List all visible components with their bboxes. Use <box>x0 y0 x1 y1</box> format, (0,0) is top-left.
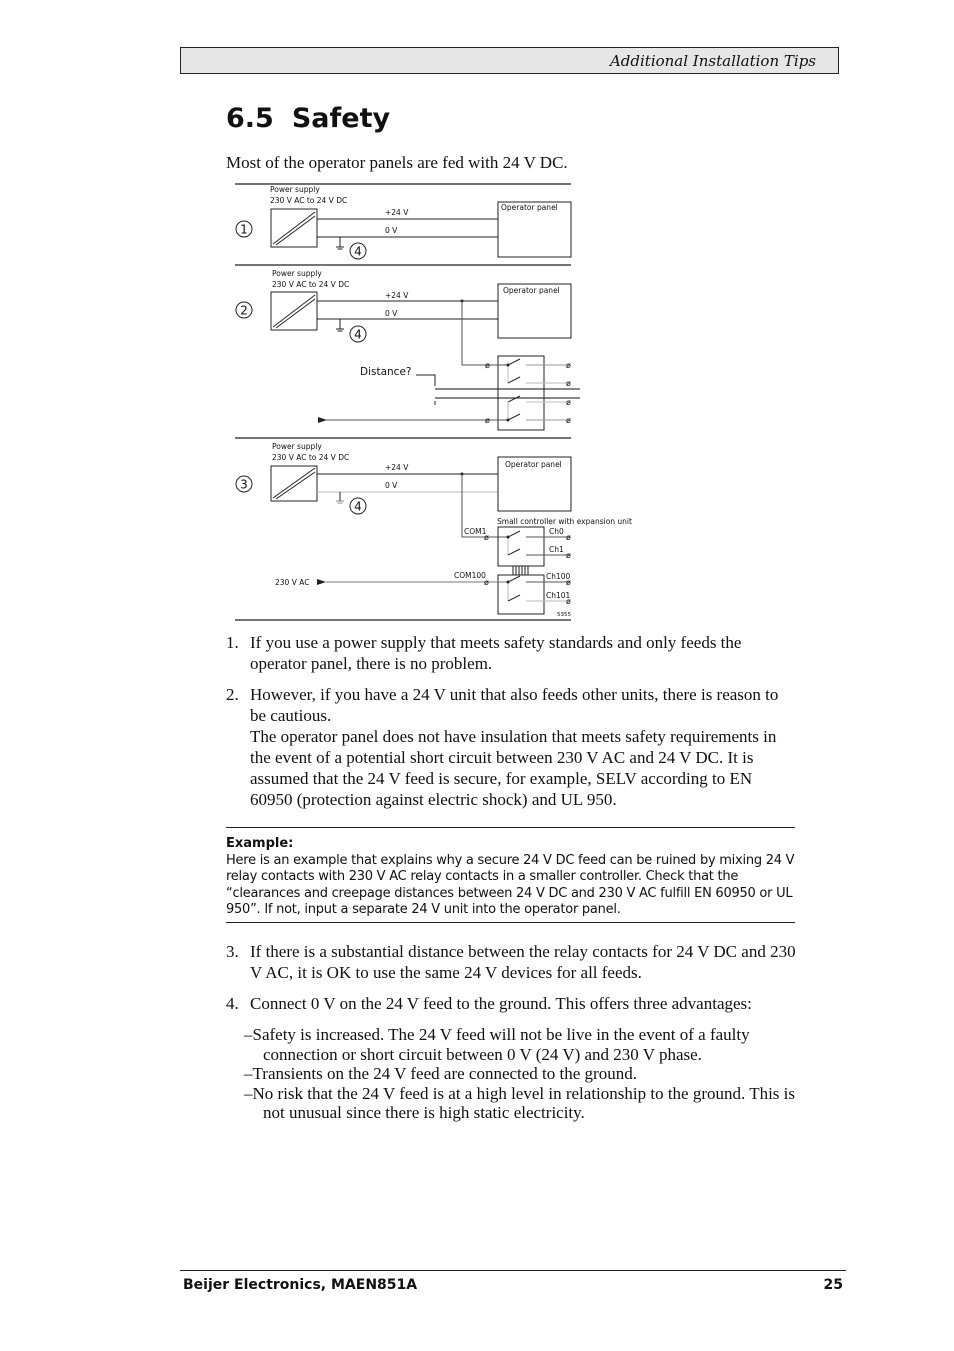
marker-1: 1 <box>240 223 248 237</box>
example-box: Example: Here is an example that explain… <box>226 827 795 923</box>
svg-text:230 V AC to 24 V DC: 230 V AC to 24 V DC <box>272 453 349 462</box>
svg-text:ø: ø <box>485 361 490 370</box>
section-name: Safety <box>291 103 391 134</box>
intro-paragraph: Most of the operator panels are fed with… <box>226 153 568 172</box>
arrow-icon <box>318 417 327 423</box>
marker-4: 4 <box>354 245 362 259</box>
diagram-panel-3: 3 Power supply 230 V AC to 24 V DC +24 V… <box>235 442 632 618</box>
ch1-label: Ch1 <box>549 545 564 554</box>
figure-id: 5355 <box>557 612 571 618</box>
example-body: Here is an example that explains why a s… <box>226 852 795 918</box>
expansion-box <box>497 574 545 615</box>
page-header: Additional Installation Tips <box>180 47 839 74</box>
power-supply-spec: 230 V AC to 24 V DC <box>270 196 347 205</box>
relay-box <box>497 355 545 431</box>
operator-panel-label: Operator panel <box>501 203 558 212</box>
svg-text:230 V AC to 24 V DC: 230 V AC to 24 V DC <box>272 280 349 289</box>
plus24-label: +24 V <box>385 208 409 217</box>
svg-text:ø: ø <box>566 551 571 560</box>
numbered-list-top: 1. If you use a power supply that meets … <box>226 632 796 810</box>
power-supply-label: Power supply <box>270 185 320 194</box>
svg-text:ø: ø <box>566 379 571 388</box>
svg-text:ø: ø <box>485 416 490 425</box>
svg-text:ø: ø <box>484 533 489 542</box>
ac230-label: 230 V AC <box>275 578 309 587</box>
footer-document-id: Beijer Electronics, MAEN851A <box>183 1277 418 1293</box>
svg-text:ø: ø <box>566 361 571 370</box>
controller-label: Small controller with expansion unit <box>497 517 632 526</box>
advantage-item: –Safety is increased. The 24 V feed will… <box>244 1025 750 1064</box>
page-number: 25 <box>823 1277 843 1293</box>
svg-text:4: 4 <box>354 500 362 514</box>
list-item: 3. If there is a substantial distance be… <box>226 942 796 982</box>
wiring-diagram: 1 Power supply 230 V AC to 24 V DC +24 V… <box>235 183 632 621</box>
advantage-item: –Transients on the 24 V feed are connect… <box>244 1064 637 1083</box>
svg-text:Power supply: Power supply <box>272 442 322 451</box>
advantages-list: –Safety is increased. The 24 V feed will… <box>244 1025 799 1123</box>
advantage-item: –No risk that the 24 V feed is at a high… <box>244 1083 796 1123</box>
list-item-note: The operator panel does not have insulat… <box>250 727 777 809</box>
svg-text:Operator panel: Operator panel <box>505 460 562 469</box>
list-item: 2. However, if you have a 24 V unit that… <box>226 684 796 810</box>
diagram-panel-2: 2 Power supply 230 V AC to 24 V DC +24 V… <box>235 269 580 431</box>
marker-2: 2 <box>240 304 248 318</box>
svg-text:+24 V: +24 V <box>385 291 409 300</box>
diagram-panel-1: 1 Power supply 230 V AC to 24 V DC +24 V… <box>235 185 572 260</box>
svg-text:ø: ø <box>566 597 571 606</box>
zero-v-label: 0 V <box>385 226 398 235</box>
svg-text:0 V: 0 V <box>385 481 398 490</box>
list-item: 4. Connect 0 V on the 24 V feed to the g… <box>226 994 752 1013</box>
numbered-list-bottom: 3. If there is a substantial distance be… <box>226 941 796 1014</box>
com100-label: COM100 <box>454 571 486 580</box>
svg-text:0 V: 0 V <box>385 309 398 318</box>
svg-text:ø: ø <box>566 578 571 587</box>
example-heading: Example: <box>226 836 294 851</box>
list-item: 1. If you use a power supply that meets … <box>226 633 742 673</box>
svg-text:Power supply: Power supply <box>272 269 322 278</box>
svg-text:ø: ø <box>566 533 571 542</box>
svg-text:Operator panel: Operator panel <box>503 286 560 295</box>
section-title: 6.5 Safety <box>226 103 390 134</box>
ch0-label: Ch0 <box>549 527 564 536</box>
svg-text:ø: ø <box>566 416 571 425</box>
footer-divider <box>180 1270 846 1271</box>
header-title: Additional Installation Tips <box>609 52 816 70</box>
svg-text:+24 V: +24 V <box>385 463 409 472</box>
svg-text:ø: ø <box>566 398 571 407</box>
controller-box <box>497 526 545 567</box>
distance-label: Distance? <box>360 366 412 378</box>
svg-text:4: 4 <box>354 328 362 342</box>
section-number: 6.5 <box>226 103 274 134</box>
marker-3: 3 <box>240 478 248 492</box>
svg-text:ø: ø <box>484 578 489 587</box>
